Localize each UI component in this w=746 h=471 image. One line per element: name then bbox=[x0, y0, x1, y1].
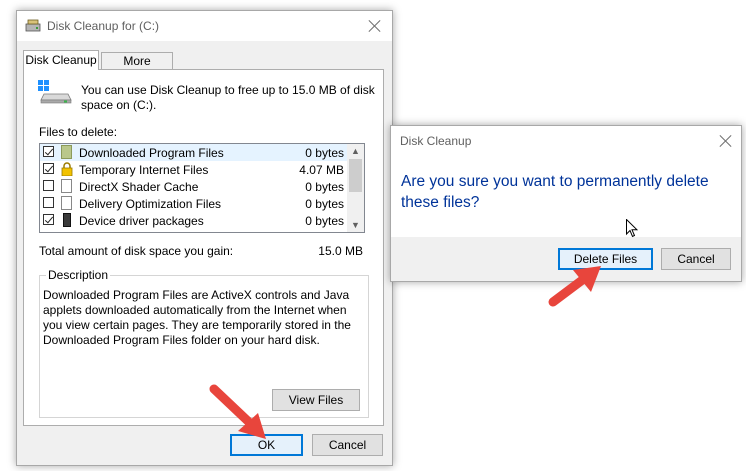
list-item[interactable]: Temporary Internet Files 4.07 MB bbox=[40, 161, 348, 178]
main-titlebar: Disk Cleanup for (C:) bbox=[17, 11, 392, 41]
description-text: Downloaded Program Files are ActiveX con… bbox=[43, 288, 351, 347]
tab-disk-cleanup[interactable]: Disk Cleanup bbox=[23, 50, 99, 70]
file-category-label: Downloaded Program Files bbox=[79, 146, 224, 160]
total-space-label: Total amount of disk space you gain: bbox=[39, 244, 234, 258]
total-space-value: 15.0 MB bbox=[318, 244, 363, 258]
confirm-window-title: Disk Cleanup bbox=[400, 134, 472, 148]
files-to-delete-label: Files to delete: bbox=[39, 125, 118, 139]
description-legend: Description bbox=[46, 268, 111, 282]
intro-text-line2: space on (C:). bbox=[81, 98, 157, 112]
file-category-label: Temporary Internet Files bbox=[79, 163, 209, 177]
file-category-size: 0 bytes bbox=[305, 180, 344, 194]
files-listbox[interactable]: Downloaded Program Files 0 bytes Tempora… bbox=[39, 143, 365, 233]
document-icon bbox=[61, 196, 72, 210]
checkbox[interactable] bbox=[43, 146, 54, 157]
checkbox[interactable] bbox=[43, 214, 54, 225]
file-category-size: 0 bytes bbox=[305, 197, 344, 211]
confirm-question: Are you sure you want to permanently del… bbox=[401, 173, 709, 211]
main-window-title: Disk Cleanup for (C:) bbox=[47, 19, 160, 33]
view-files-button[interactable]: View Files bbox=[272, 389, 360, 411]
drive-icon bbox=[38, 80, 72, 104]
checkbox[interactable] bbox=[43, 163, 54, 174]
file-category-label: Device driver packages bbox=[79, 214, 204, 228]
list-item[interactable]: Device driver packages 0 bytes bbox=[40, 212, 348, 229]
files-scrollbar[interactable]: ▲ ▼ bbox=[347, 144, 364, 232]
tab-more-options[interactable]: More Options bbox=[101, 52, 173, 84]
annotation-arrow-delete-icon bbox=[545, 262, 607, 310]
description-groupbox: Description Downloaded Program Files are… bbox=[39, 268, 369, 418]
file-category-size: 0 bytes bbox=[305, 146, 344, 160]
disk-cleanup-panel: You can use Disk Cleanup to free up to 1… bbox=[23, 69, 384, 426]
confirm-close-icon[interactable] bbox=[716, 131, 736, 151]
main-cancel-button[interactable]: Cancel bbox=[312, 434, 383, 456]
lock-icon bbox=[61, 162, 73, 177]
file-category-size: 4.07 MB bbox=[299, 163, 344, 177]
list-item[interactable]: DirectX Shader Cache 0 bytes bbox=[40, 178, 348, 195]
disk-cleanup-dialog: Disk Cleanup for (C:) Disk Cleanup More … bbox=[16, 10, 393, 466]
main-close-icon[interactable] bbox=[365, 16, 385, 36]
confirm-cancel-button[interactable]: Cancel bbox=[661, 248, 731, 270]
folder-icon bbox=[61, 145, 72, 159]
scroll-down-icon[interactable]: ▼ bbox=[351, 220, 360, 230]
checkbox[interactable] bbox=[43, 197, 54, 208]
file-category-label: Delivery Optimization Files bbox=[79, 197, 222, 211]
intro-text-line1: You can use Disk Cleanup to free up to 1… bbox=[81, 83, 375, 97]
file-category-size: 0 bytes bbox=[305, 214, 344, 228]
list-item[interactable]: Delivery Optimization Files 0 bytes bbox=[40, 195, 348, 212]
confirm-titlebar: Disk Cleanup bbox=[391, 126, 741, 156]
list-item[interactable]: Downloaded Program Files 0 bytes bbox=[40, 144, 348, 161]
document-icon bbox=[61, 179, 72, 193]
disk-cleanup-app-icon bbox=[25, 19, 41, 33]
annotation-arrow-ok-icon bbox=[208, 383, 274, 443]
file-category-label: DirectX Shader Cache bbox=[79, 180, 199, 194]
driver-package-icon bbox=[63, 213, 71, 227]
mouse-cursor-icon bbox=[626, 218, 639, 238]
checkbox[interactable] bbox=[43, 180, 54, 191]
confirm-body: Are you sure you want to permanently del… bbox=[391, 156, 741, 237]
scroll-up-icon[interactable]: ▲ bbox=[351, 146, 360, 156]
confirm-dialog: Disk Cleanup Are you sure you want to pe… bbox=[390, 125, 742, 282]
scroll-thumb[interactable] bbox=[349, 159, 362, 192]
